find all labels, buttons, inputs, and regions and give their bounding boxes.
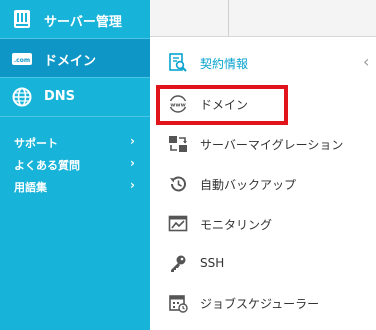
menu-item-monitoring[interactable]: モニタリング <box>160 212 360 236</box>
menu-item-ssh[interactable]: SSH <box>160 252 360 276</box>
menu-item-label: SSH <box>200 256 225 270</box>
sidebar-link-label: 用語集 <box>14 181 47 194</box>
sidebar-link-label: よくある質問 <box>14 159 80 172</box>
menu-item-label: サーバーマイグレーション <box>200 138 344 152</box>
content-topbar <box>150 0 376 37</box>
contract-search-icon <box>168 53 188 73</box>
server-icon <box>11 8 33 30</box>
backup-clock-icon <box>168 174 188 194</box>
menu-item-server-migration[interactable]: サーバーマイグレーション <box>160 132 360 156</box>
menu-item-label: 自動バックアップ <box>200 178 297 192</box>
sidebar-item-server-management[interactable]: サーバー管理 <box>0 0 150 39</box>
sidebar-item-label: DNS <box>44 89 76 104</box>
sidebar-link-faq[interactable]: よくある質問 › <box>0 155 150 173</box>
chevron-right-icon: › <box>130 156 135 170</box>
svg-text:.com: .com <box>14 57 30 64</box>
collapse-chevron-icon[interactable]: ‹ <box>363 52 369 71</box>
globe-icon <box>11 86 33 108</box>
menu-item-label: 契約情報 <box>200 57 249 71</box>
menu-item-label: ジョブスケジューラー <box>200 297 320 311</box>
topbar-tab[interactable] <box>228 0 376 36</box>
sidebar-item-label: サーバー管理 <box>44 15 122 30</box>
migration-icon <box>168 134 188 154</box>
calendar-icon <box>168 293 188 313</box>
menu-item-label: モニタリング <box>200 218 273 232</box>
highlight-box <box>156 85 288 125</box>
key-icon <box>168 254 188 274</box>
menu-item-contract-info[interactable]: 契約情報 <box>160 51 360 75</box>
chevron-right-icon: › <box>130 178 135 192</box>
sidebar-link-label: サポート <box>14 137 58 150</box>
menu-item-job-scheduler[interactable]: ジョブスケジューラー <box>160 291 360 315</box>
com-tag-icon: .com <box>11 47 33 69</box>
menu-item-auto-backup[interactable]: 自動バックアップ <box>160 172 360 196</box>
chevron-right-icon: › <box>130 134 135 148</box>
sidebar: サーバー管理 .com ドメイン DNS サポート › よくある質問 › 用語集… <box>0 0 150 330</box>
sidebar-item-domain[interactable]: .com ドメイン <box>0 39 150 78</box>
sidebar-link-glossary[interactable]: 用語集 › <box>0 177 150 195</box>
monitor-chart-icon <box>168 214 188 234</box>
sidebar-item-dns[interactable]: DNS <box>0 78 150 117</box>
sidebar-item-label: ドメイン <box>44 54 97 69</box>
sidebar-link-support[interactable]: サポート › <box>0 133 150 151</box>
